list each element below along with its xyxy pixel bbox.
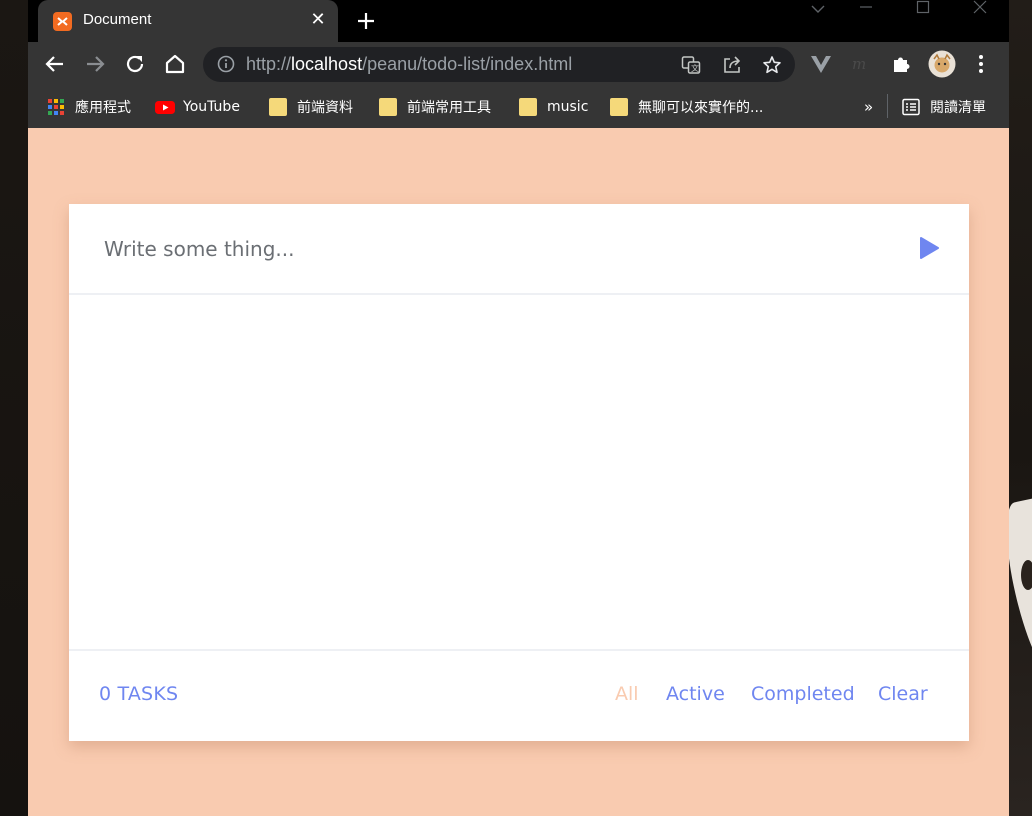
todo-footer: 0 TASKS All Active Completed Clear [69, 649, 969, 741]
tab-strip: Document ✕ [28, 0, 1009, 42]
todo-list [69, 295, 969, 649]
extension-m-icon[interactable]: m [848, 51, 874, 77]
reading-list-icon [902, 98, 920, 116]
home-icon[interactable] [162, 51, 188, 77]
tab-search-chevron-icon[interactable] [798, 0, 838, 20]
bookmark-folder-music[interactable]: music [519, 96, 588, 118]
extensions-puzzle-icon[interactable] [888, 51, 914, 77]
bookmark-label: YouTube [183, 99, 240, 115]
folder-icon [269, 98, 287, 116]
vue-devtools-icon[interactable] [808, 51, 834, 77]
profile-avatar[interactable] [927, 49, 957, 79]
clear-button[interactable]: Clear [878, 683, 928, 705]
tab-document[interactable]: Document ✕ [38, 0, 338, 42]
todo-input[interactable] [99, 228, 879, 270]
close-window-icon[interactable] [960, 0, 1000, 20]
back-icon[interactable] [42, 51, 68, 77]
bookmark-star-icon[interactable] [762, 55, 782, 75]
reading-list-button[interactable]: 閱讀清單 [902, 96, 986, 118]
task-count: 0 TASKS [99, 683, 179, 705]
bookmarks-overflow-button[interactable]: » [864, 96, 873, 118]
reading-list-label: 閱讀清單 [930, 100, 986, 116]
add-todo-button[interactable] [917, 236, 941, 260]
bookmarks-divider [887, 94, 888, 118]
filter-all-button[interactable]: All [615, 683, 639, 705]
bookmark-folder-frontend-tools[interactable]: 前端常用工具 [379, 96, 491, 118]
youtube-icon [155, 98, 175, 116]
apps-grid-icon [47, 98, 65, 116]
forward-icon[interactable] [82, 51, 108, 77]
bookmark-folder-frontend-data[interactable]: 前端資料 [269, 96, 353, 118]
svg-text:m: m [852, 55, 866, 73]
minimize-icon[interactable] [846, 0, 886, 20]
browser-toolbar: http://localhost/peanu/todo-list/index.h… [28, 42, 1009, 86]
browser-window: Document ✕ http://localhost/peanu/todo-l… [28, 0, 1009, 816]
page-viewport: 0 TASKS All Active Completed Clear [28, 128, 1009, 816]
play-arrow-icon [920, 237, 939, 259]
bookmark-label: 應用程式 [75, 100, 131, 116]
translate-icon[interactable]: 文 [681, 55, 701, 75]
bookmark-youtube[interactable]: YouTube [155, 96, 240, 118]
xampp-favicon-icon [53, 12, 72, 31]
address-bar[interactable]: http://localhost/peanu/todo-list/index.h… [203, 47, 795, 82]
maximize-icon[interactable] [903, 0, 943, 20]
wallpaper-shadow [1021, 560, 1032, 590]
bookmark-label: 無聊可以來實作的... [638, 100, 764, 116]
filter-active-button[interactable]: Active [666, 683, 725, 705]
bookmarks-bar: 應用程式 YouTube 前端資料 前端常用工具 music 無聊可以來實作的.… [28, 86, 1009, 128]
bookmark-label: 前端常用工具 [407, 100, 491, 116]
menu-kebab-icon[interactable] [968, 51, 994, 77]
close-tab-icon[interactable]: ✕ [308, 10, 328, 30]
bookmark-apps[interactable]: 應用程式 [47, 96, 131, 118]
svg-text:文: 文 [691, 63, 699, 73]
folder-icon [610, 98, 628, 116]
filter-completed-button[interactable]: Completed [751, 683, 855, 705]
bookmark-label: 前端資料 [297, 100, 353, 116]
folder-icon [379, 98, 397, 116]
reload-icon[interactable] [122, 51, 148, 77]
wallpaper-leaf [1009, 497, 1032, 683]
share-icon[interactable] [722, 55, 742, 75]
desktop-right-edge [1009, 0, 1032, 816]
url-text: http://localhost/peanu/todo-list/index.h… [246, 54, 573, 74]
todo-card: 0 TASKS All Active Completed Clear [69, 204, 969, 741]
desktop-left-edge [0, 0, 28, 816]
bookmark-folder-projects[interactable]: 無聊可以來實作的... [610, 96, 763, 118]
folder-icon [519, 98, 537, 116]
tab-title: Document [83, 11, 152, 28]
bookmark-label: music [547, 99, 589, 115]
todo-input-row [69, 204, 969, 295]
site-info-icon[interactable] [217, 55, 235, 73]
new-tab-icon[interactable] [353, 8, 379, 34]
